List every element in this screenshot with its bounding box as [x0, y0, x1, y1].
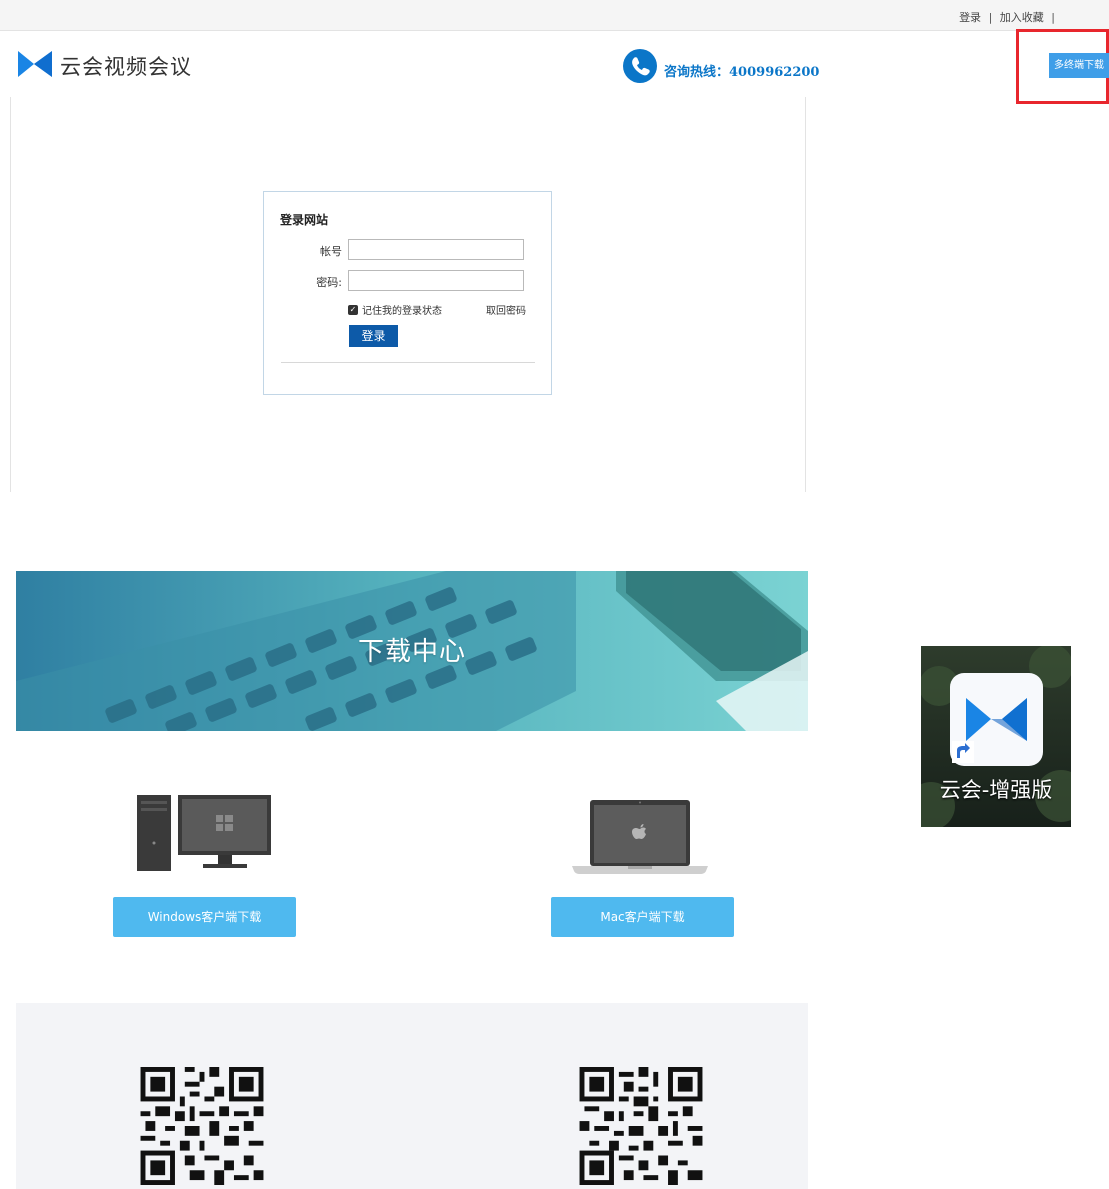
- windows-download-button[interactable]: Windows客户端下载: [113, 897, 296, 937]
- top-link-separator: |: [988, 11, 993, 24]
- remember-me[interactable]: ✓ 记住我的登录状态: [348, 302, 442, 317]
- hotline-label: 咨询热线：: [664, 65, 730, 80]
- phone-icon: [623, 49, 657, 83]
- add-favorite-link[interactable]: 加入收藏: [1000, 11, 1044, 24]
- login-panel: 登录网站 帐号 密码: ✓ 记住我的登录状态 取回密码 登录: [263, 191, 552, 395]
- login-divider: [281, 362, 535, 363]
- top-link-separator-end: |: [1051, 11, 1055, 24]
- top-bar: 登录 | 加入收藏 |: [0, 0, 1109, 31]
- download-center-title: 下载中心: [357, 637, 466, 667]
- multi-terminal-download-button[interactable]: 多终端下载: [1049, 53, 1109, 78]
- top-links: 登录 | 加入收藏 |: [959, 9, 1059, 25]
- remember-label: 记住我的登录状态: [362, 306, 442, 317]
- account-input[interactable]: [348, 239, 524, 260]
- top-login-link[interactable]: 登录: [959, 11, 981, 24]
- windows-desktop-icon: [137, 795, 271, 871]
- frame-border-right: [805, 97, 806, 492]
- qr-code-icon: [579, 1067, 703, 1185]
- desktop-shortcut[interactable]: 云会-增强版: [921, 646, 1071, 827]
- login-title: 登录网站: [280, 213, 329, 227]
- logo-text[interactable]: 云会视频会议: [60, 51, 192, 81]
- password-input[interactable]: [348, 270, 524, 291]
- download-center-banner: 下载中心: [16, 571, 808, 731]
- mac-laptop-icon: [572, 800, 708, 874]
- hotline: 咨询热线：4009962200: [664, 61, 819, 80]
- account-label: 帐号: [320, 245, 342, 258]
- password-label: 密码:: [316, 276, 342, 289]
- hotline-number: 4009962200: [729, 65, 820, 80]
- yunhui-logo-icon[interactable]: [18, 51, 52, 77]
- qr-code-section: [16, 1003, 808, 1189]
- frame-border-left: [10, 97, 11, 492]
- mac-download-button[interactable]: Mac客户端下载: [551, 897, 734, 937]
- qr-code-icon: [140, 1067, 264, 1185]
- remember-checkbox[interactable]: ✓: [348, 304, 358, 315]
- login-button[interactable]: 登录: [349, 325, 398, 347]
- retrieve-password-link[interactable]: 取回密码: [486, 302, 526, 317]
- shortcut-label: 云会-增强版: [939, 778, 1053, 802]
